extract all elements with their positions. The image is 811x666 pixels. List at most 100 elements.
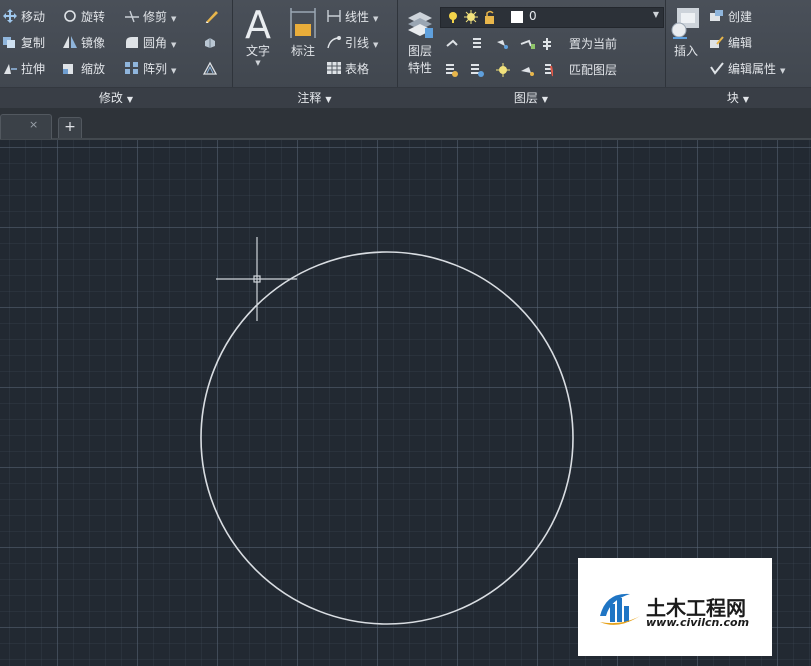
table-button[interactable]: 表格 xyxy=(326,58,369,80)
make-current-label: 置为当前 xyxy=(569,37,618,51)
array-button[interactable]: 阵列 ▼ xyxy=(124,58,176,80)
rotate-icon xyxy=(64,10,76,22)
edit-block-icon xyxy=(710,36,724,48)
svg-text:A: A xyxy=(245,4,271,42)
annotation-panel-title[interactable]: 注释 ▼ xyxy=(232,87,397,108)
mirror-icon xyxy=(63,36,77,48)
block-panel-label: 块 xyxy=(726,91,739,105)
linear-dimension-button[interactable]: 线性 ▼ xyxy=(326,6,378,28)
stretch-label: 拉伸 xyxy=(21,62,46,76)
text-icon: A xyxy=(245,4,271,42)
layer-color-swatch xyxy=(511,11,523,23)
ribbon: 移动 旋转 修剪 ▼ 复制 镜像 圆角 ▼ 拉伸 缩放 阵列 ▼ 修改 ▼ A … xyxy=(0,0,811,109)
layer-properties-button[interactable]: 图层 特性 xyxy=(401,4,439,76)
annotation-panel: A 文字 ▼ 标注 线性 ▼ 引线 ▼ 表格 注释 ▼ xyxy=(232,0,398,108)
layers-panel: 图层 特性 0 ▼ 置为当前 匹配图层 图层 ▼ xyxy=(397,0,666,108)
layer-dropdown[interactable]: 0 ▼ xyxy=(440,7,664,28)
create-block-button[interactable]: 创建 xyxy=(709,6,752,28)
layers-panel-label: 图层 xyxy=(513,91,538,105)
mirror-button[interactable]: 镜像 xyxy=(62,32,105,54)
dimension-button[interactable]: 标注 xyxy=(284,4,322,59)
text-button[interactable]: A 文字 ▼ xyxy=(240,4,276,67)
leader-icon xyxy=(327,36,341,49)
edit-attributes-label: 编辑属性 xyxy=(728,62,777,76)
create-label: 创建 xyxy=(728,10,753,24)
linear-label: 线性 xyxy=(345,10,370,24)
scale-label: 缩放 xyxy=(81,62,106,76)
table-icon xyxy=(327,62,341,74)
array-dropdown-arrow[interactable]: ▼ xyxy=(171,67,176,75)
close-tab-icon[interactable]: × xyxy=(29,118,38,131)
block-panel: 插入 创建 编辑 编辑属性 ▼ 块 ▼ xyxy=(665,0,811,108)
layer-tools-row-1[interactable] xyxy=(443,36,553,52)
insert-label: 插入 xyxy=(673,44,698,58)
array-label: 阵列 xyxy=(143,62,168,76)
erase-tool[interactable] xyxy=(204,6,223,28)
explode-tool[interactable] xyxy=(202,32,221,54)
fillet-button[interactable]: 圆角 ▼ xyxy=(124,32,176,54)
leader-dropdown-arrow[interactable]: ▼ xyxy=(373,41,378,49)
crosshair-cursor xyxy=(216,237,297,321)
new-tab-button[interactable]: + xyxy=(58,117,82,138)
block-panel-title[interactable]: 块 ▼ xyxy=(665,87,811,108)
scale-button[interactable]: 缩放 xyxy=(62,58,105,80)
layer-state-icons xyxy=(449,10,494,24)
layer-properties-icon xyxy=(408,12,433,38)
move-label: 移动 xyxy=(21,10,46,24)
leader-button[interactable]: 引线 ▼ xyxy=(326,32,378,54)
match-layer-label: 匹配图层 xyxy=(569,63,618,77)
linear-dropdown-arrow[interactable]: ▼ xyxy=(373,15,378,23)
table-label: 表格 xyxy=(345,62,370,76)
trim-dropdown-arrow[interactable]: ▼ xyxy=(171,15,176,23)
document-tab[interactable]: × xyxy=(0,114,52,139)
chevron-down-icon[interactable]: ▼ xyxy=(653,10,659,19)
move-button[interactable]: 移动 xyxy=(2,6,45,28)
insert-block-button[interactable]: 插入 xyxy=(667,4,705,59)
text-dropdown-arrow[interactable]: ▼ xyxy=(240,59,276,67)
modify-panel-title[interactable]: 修改 ▼ xyxy=(0,87,232,108)
layers-panel-title[interactable]: 图层 ▼ xyxy=(397,87,665,108)
insert-icon xyxy=(671,8,699,39)
offset-icon xyxy=(202,61,218,75)
fillet-label: 圆角 xyxy=(143,36,168,50)
rotate-button[interactable]: 旋转 xyxy=(62,6,105,28)
fillet-icon xyxy=(126,37,138,48)
watermark-logo: 土木工程网 www.civilcn.com xyxy=(578,558,772,656)
offset-tool[interactable] xyxy=(202,58,221,80)
trim-label: 修剪 xyxy=(143,10,168,24)
fillet-dropdown-arrow[interactable]: ▼ xyxy=(171,41,176,49)
copy-icon xyxy=(3,37,15,48)
linear-icon xyxy=(327,10,341,22)
trim-icon xyxy=(125,10,139,23)
stretch-button[interactable]: 拉伸 xyxy=(2,58,45,80)
layer-properties-label-1: 图层 xyxy=(407,44,432,58)
document-tab-bar: × + xyxy=(0,108,811,140)
stretch-icon xyxy=(4,64,17,74)
modify-panel: 移动 旋转 修剪 ▼ 复制 镜像 圆角 ▼ 拉伸 缩放 阵列 ▼ 修改 ▼ xyxy=(0,0,233,108)
copy-label: 复制 xyxy=(21,36,46,50)
civilcn-logo-icon xyxy=(600,593,640,625)
edit-attributes-dropdown-arrow[interactable]: ▼ xyxy=(780,67,785,75)
pencil-icon xyxy=(205,11,218,23)
copy-button[interactable]: 复制 xyxy=(2,32,45,54)
chevron-down-icon: ▼ xyxy=(742,95,750,104)
dimension-icon xyxy=(290,8,316,38)
edit-block-button[interactable]: 编辑 xyxy=(709,32,752,54)
layer-tools-row-2[interactable] xyxy=(443,62,553,78)
watermark-url: www.civilcn.com xyxy=(646,616,750,629)
text-label: 文字 xyxy=(245,44,270,58)
explode-icon xyxy=(205,38,215,48)
edit-label: 编辑 xyxy=(728,36,753,50)
chevron-down-icon: ▼ xyxy=(325,95,332,104)
chevron-down-icon: ▼ xyxy=(541,95,549,104)
edit-attributes-icon xyxy=(710,62,724,75)
trim-button[interactable]: 修剪 ▼ xyxy=(124,6,176,28)
match-layer-button[interactable]: 匹配图层 xyxy=(569,59,617,81)
create-block-icon xyxy=(710,10,723,21)
leader-label: 引线 xyxy=(345,36,370,50)
make-current-button[interactable]: 置为当前 xyxy=(569,33,617,55)
dimension-label: 标注 xyxy=(290,44,315,58)
layer-properties-label-2: 特性 xyxy=(407,61,432,75)
edit-attributes-button[interactable]: 编辑属性 ▼ xyxy=(709,58,785,80)
rotate-label: 旋转 xyxy=(81,10,106,24)
